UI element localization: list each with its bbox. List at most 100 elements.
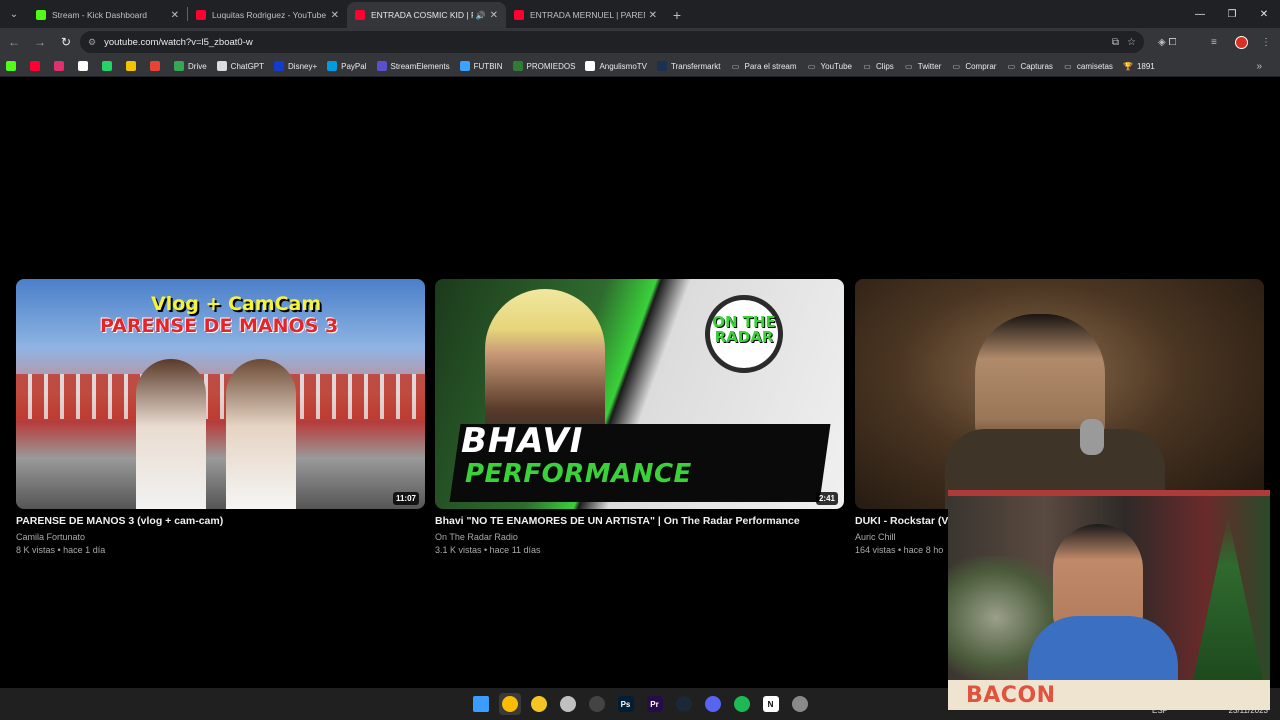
- discord-icon[interactable]: [702, 693, 724, 715]
- video-thumbnail[interactable]: ON THE RADAR BHAVI PERFORMANCE 2:41: [435, 279, 844, 509]
- install-app-icon[interactable]: ⧉: [1112, 37, 1119, 48]
- bookmark-label: PROMIEDOS: [526, 61, 576, 71]
- bookmark-item[interactable]: [78, 61, 92, 71]
- tab-strip: ⌄ Stream - Kick Dashboard ✕ Luquitas Rod…: [0, 0, 1280, 28]
- bookmark-label: Twitter: [917, 61, 942, 71]
- photoshop-icon[interactable]: Ps: [615, 693, 637, 715]
- thumbnail-caption: ON THE RADAR: [712, 313, 776, 346]
- bookmark-item[interactable]: ▭ Clips: [862, 61, 894, 71]
- bookmark-label: 1891: [1136, 61, 1155, 71]
- url-text: youtube.com/watch?v=l5_zboat0-w: [104, 36, 253, 48]
- video-duration: 11:07: [392, 492, 419, 505]
- bookmark-item[interactable]: [54, 61, 68, 71]
- snipping-tool-icon[interactable]: [557, 693, 579, 715]
- address-bar[interactable]: ⚙ youtube.com/watch?v=l5_zboat0-w ⧉ ☆: [80, 31, 1144, 53]
- bookmark-item[interactable]: PayPal: [327, 61, 367, 71]
- bookmark-item[interactable]: [102, 61, 116, 71]
- more-bookmarks-icon[interactable]: »: [1256, 61, 1262, 72]
- bookmarks-bar: Drive ChatGPT Disney+ PayPal StreamElements F…: [0, 56, 1280, 77]
- folder-icon: ▭: [1007, 61, 1016, 71]
- bookmark-item[interactable]: ▭ camisetas: [1063, 61, 1113, 71]
- bookmark-item[interactable]: [150, 61, 164, 71]
- tab-1[interactable]: Luquitas Rodriguez - YouTube ✕: [188, 2, 347, 28]
- new-tab-button[interactable]: +: [665, 2, 689, 28]
- bookmark-label: ChatGPT: [230, 61, 265, 71]
- close-icon[interactable]: ✕: [490, 10, 498, 21]
- tab-title: ENTRADA MERNUEL | PARENSE: [530, 10, 645, 20]
- menu-icon[interactable]: ⋮: [1261, 31, 1271, 53]
- close-icon[interactable]: ✕: [171, 10, 179, 21]
- bookmark-label: Drive: [188, 61, 207, 71]
- bookmark-item[interactable]: ▭ Capturas: [1006, 61, 1053, 71]
- promiedos-icon: [512, 61, 523, 71]
- spotify-icon[interactable]: [731, 693, 753, 715]
- settings-glyph: [791, 696, 808, 712]
- disney-icon: [274, 61, 285, 71]
- discord-glyph: [704, 696, 721, 712]
- webcam-overlay: BACON: [948, 490, 1270, 710]
- bookmark-item[interactable]: PROMIEDOS: [512, 61, 576, 71]
- reload-icon[interactable]: ↻: [54, 30, 78, 54]
- bookmark-item[interactable]: ▭ Para el stream: [731, 61, 797, 71]
- bookmark-item[interactable]: FUTBIN: [459, 61, 503, 71]
- tab-search-icon[interactable]: ⌄: [0, 0, 28, 28]
- folder-icon: ▭: [807, 61, 816, 71]
- bookmark-item[interactable]: [126, 61, 140, 71]
- bookmark-star-icon[interactable]: ☆: [1127, 37, 1136, 48]
- close-icon[interactable]: ✕: [331, 10, 339, 21]
- premiere-icon[interactable]: Pr: [644, 693, 666, 715]
- bookmark-item[interactable]: Disney+: [274, 61, 317, 71]
- bookmark-item[interactable]: 🏆 1891: [1123, 61, 1155, 71]
- extensions-icon[interactable]: ◈ ⧠: [1158, 31, 1176, 53]
- bookmark-item[interactable]: Transfermarkt: [657, 61, 721, 71]
- windows-start-icon[interactable]: [470, 693, 492, 715]
- forward-icon[interactable]: →: [28, 30, 52, 54]
- file-explorer-icon[interactable]: [528, 693, 550, 715]
- close-window-icon[interactable]: ✕: [1248, 0, 1280, 28]
- channel-name[interactable]: Camila Fortunato: [16, 532, 425, 542]
- restore-icon[interactable]: ❐: [1216, 0, 1248, 28]
- reading-list-icon[interactable]: ≡: [1211, 31, 1217, 53]
- video-thumbnail[interactable]: Vlog + CamCam PARENSE DE MANOS 3 11:07: [16, 279, 425, 509]
- bookmark-label: Para el stream: [744, 61, 797, 71]
- site-info-icon[interactable]: ⚙: [88, 37, 96, 48]
- chrome-icon[interactable]: [498, 693, 521, 715]
- bookmark-item[interactable]: ▭ YouTube: [807, 61, 852, 71]
- video-title[interactable]: Bhavi "NO TE ENAMORES DE UN ARTISTA" | O…: [435, 515, 844, 527]
- bookmark-item[interactable]: ChatGPT: [216, 61, 265, 71]
- settings-icon[interactable]: [789, 693, 811, 715]
- tab-0[interactable]: Stream - Kick Dashboard ✕: [28, 2, 187, 28]
- bookmark-item[interactable]: [6, 61, 20, 71]
- tab-title: ENTRADA COSMIC KID | PA: [371, 10, 473, 20]
- tab-2[interactable]: ENTRADA COSMIC KID | PA 🔊 ✕: [347, 2, 506, 28]
- video-card[interactable]: Vlog + CamCam PARENSE DE MANOS 3 11:07 P…: [16, 279, 425, 555]
- bookmark-item[interactable]: ▭ Twitter: [904, 61, 942, 71]
- bookmark-item[interactable]: AngulismoTV: [585, 61, 647, 71]
- profile-avatar[interactable]: [1235, 31, 1248, 53]
- bookmark-item[interactable]: Drive: [174, 61, 207, 71]
- windows-start-glyph: [472, 696, 489, 712]
- bookmark-item[interactable]: [30, 61, 44, 71]
- file-explorer-glyph: [530, 696, 547, 712]
- tab-3[interactable]: ENTRADA MERNUEL | PARENSE ✕: [506, 2, 665, 28]
- tab-title: Luquitas Rodriguez - YouTube: [212, 10, 327, 20]
- tab-title: Stream - Kick Dashboard: [52, 10, 147, 20]
- bookmark-item[interactable]: ▭ Comprar: [951, 61, 997, 71]
- bookmark-label: Capturas: [1020, 61, 1053, 71]
- video-card[interactable]: ON THE RADAR BHAVI PERFORMANCE 2:41 Bhav…: [435, 279, 844, 555]
- webcam-feed: [948, 496, 1270, 680]
- notion-icon[interactable]: N: [760, 693, 782, 715]
- video-title[interactable]: PARENSE DE MANOS 3 (vlog + cam-cam): [16, 515, 425, 527]
- obs-icon[interactable]: [586, 693, 608, 715]
- video-thumbnail[interactable]: [855, 279, 1264, 509]
- bookmark-item[interactable]: StreamElements: [376, 61, 450, 71]
- speaker-icon[interactable]: 🔊: [476, 11, 486, 20]
- close-icon[interactable]: ✕: [649, 10, 657, 21]
- kick-icon: [36, 10, 46, 20]
- steam-icon[interactable]: [673, 693, 695, 715]
- back-icon[interactable]: ←: [2, 30, 26, 54]
- window-controls: — ❐ ✕: [1184, 0, 1280, 28]
- channel-name[interactable]: On The Radar Radio: [435, 532, 844, 542]
- minimize-icon[interactable]: —: [1184, 0, 1216, 28]
- bookmark-label: YouTube: [820, 61, 852, 71]
